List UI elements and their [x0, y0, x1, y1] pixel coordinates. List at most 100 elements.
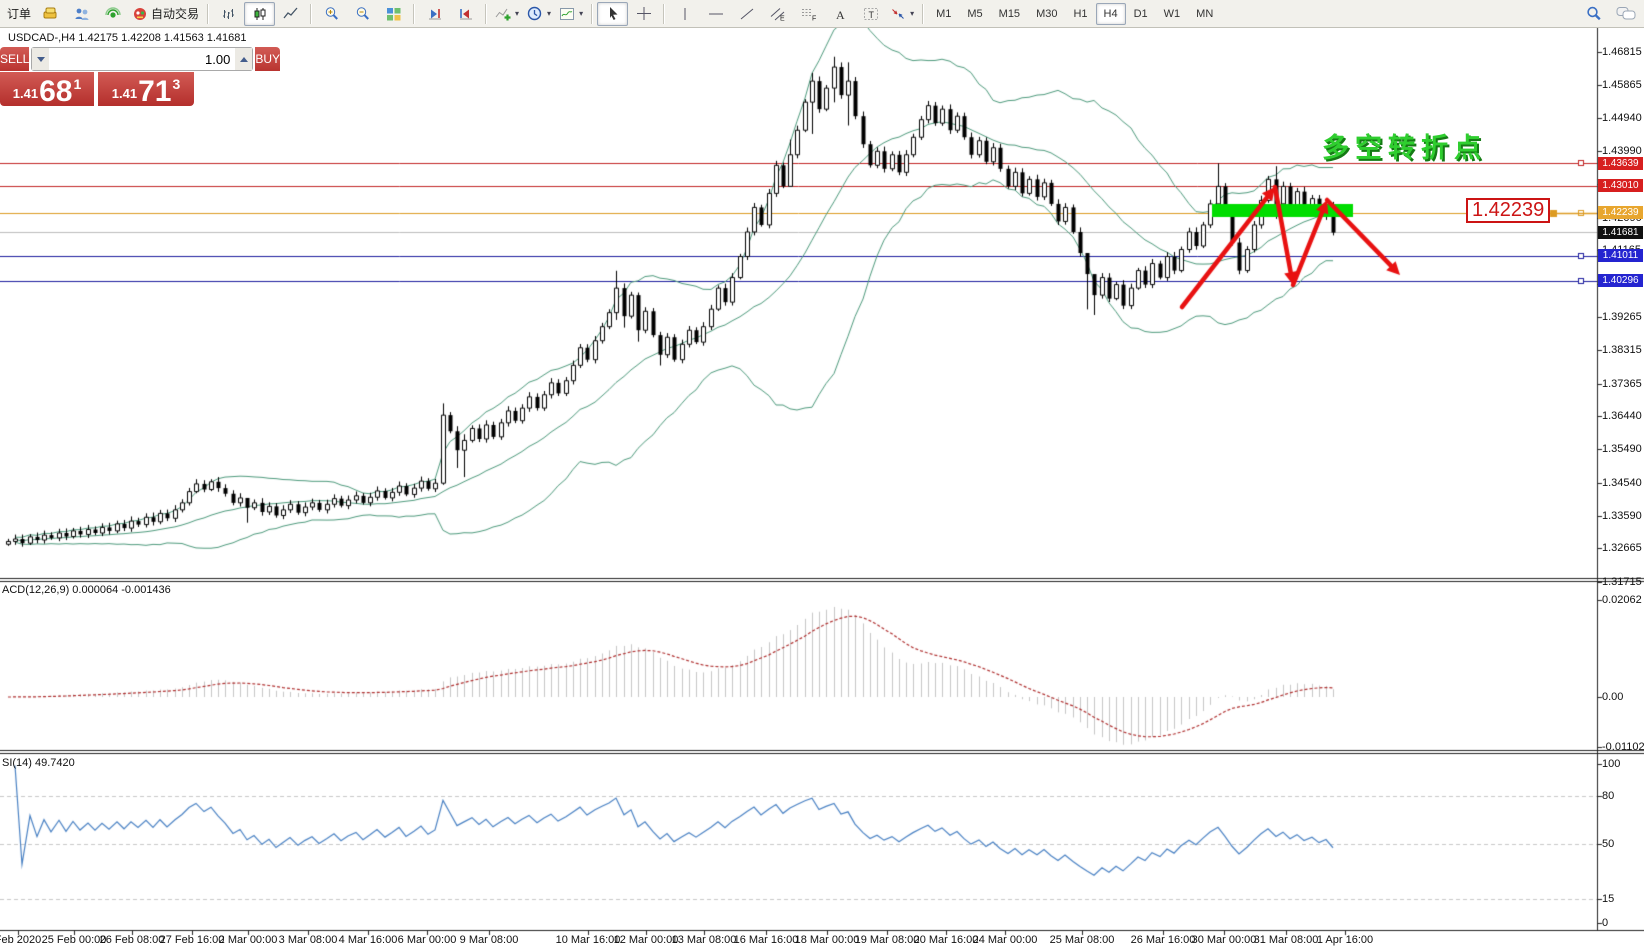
timeframe-h4-button[interactable]: H4: [1096, 3, 1126, 25]
sell-price-sup: 1: [73, 76, 81, 92]
mt4-window: 订单自动交易▾▾▾EFAT▾M1M5M15M30H1H4D1W1MN USDCA…: [0, 0, 1644, 952]
periods-button[interactable]: ▾: [523, 2, 555, 26]
indicator-tick-label: 0: [1602, 917, 1608, 929]
toolbar-separator: [310, 4, 312, 24]
rsi-pane-label: SI(14) 49.7420: [2, 757, 75, 769]
chevron-down-icon: ▾: [910, 9, 914, 18]
volume-increase-button[interactable]: [235, 48, 252, 70]
price-callout-label: 1.42239: [1466, 198, 1550, 223]
community-button[interactable]: [66, 2, 97, 26]
hline-icon: [708, 7, 724, 21]
candlestick-chart-button[interactable]: [244, 2, 275, 26]
indicator-tick-label: 100: [1602, 758, 1620, 770]
chat-button[interactable]: [1610, 2, 1641, 26]
auto-trading-button[interactable]: 自动交易: [128, 2, 203, 26]
volume-decrease-button[interactable]: [32, 48, 49, 70]
triangle-down-icon: [37, 57, 45, 62]
indicator-tick-label: 0.02062: [1602, 594, 1642, 606]
indicator-tick-label: 80: [1602, 790, 1614, 802]
bar-chart-button[interactable]: [213, 2, 244, 26]
text-label-button[interactable]: T: [855, 2, 886, 26]
timeframe-mn-button[interactable]: MN: [1188, 3, 1221, 25]
volume-stepper: [31, 47, 253, 71]
shiftend-icon: [458, 7, 474, 21]
trendline-button[interactable]: [731, 2, 762, 26]
price-tick-label: 1.35490: [1602, 443, 1642, 455]
buy-button[interactable]: BUY: [255, 47, 280, 71]
periods-icon: [527, 6, 543, 21]
crosshair-icon: [636, 6, 652, 21]
macd-pane-label: ACD(12,26,9) 0.000064 -0.001436: [2, 584, 171, 596]
price-tick-label: 1.44940: [1602, 112, 1642, 124]
time-tick-label: 25 Mar 08:00: [1037, 934, 1127, 946]
price-tick-label: 1.46815: [1602, 46, 1642, 58]
price-tick-label: 1.33590: [1602, 510, 1642, 522]
vertical-line-button[interactable]: [669, 2, 700, 26]
timeframe-m30-button[interactable]: M30: [1028, 3, 1065, 25]
fibonacci-button[interactable]: F: [793, 2, 824, 26]
sell-price-display[interactable]: 1.41681: [0, 72, 94, 106]
time-tick-label: 9 Mar 08:00: [444, 934, 534, 946]
new-order-button-label: 订单: [7, 5, 31, 22]
gold-icon: [43, 7, 59, 20]
robot-icon: [132, 7, 148, 21]
indicator-tick-label: -0.011023: [1602, 741, 1644, 753]
arrows-button[interactable]: ▾: [886, 2, 918, 26]
timeframe-d1-button[interactable]: D1: [1126, 3, 1156, 25]
zoomout-icon: [355, 6, 371, 21]
timeframe-m5-button[interactable]: M5: [959, 3, 990, 25]
price-level-badge: 1.41011: [1598, 249, 1643, 262]
toolbar-separator: [413, 4, 415, 24]
bars-icon: [221, 7, 237, 21]
timeframe-m1-button[interactable]: M1: [928, 3, 959, 25]
indicators-icon: [495, 7, 511, 21]
cursor-button[interactable]: [597, 2, 628, 26]
search-button[interactable]: [1579, 2, 1610, 26]
templates-icon: [559, 7, 575, 21]
auto-scroll-button[interactable]: [419, 2, 450, 26]
zoom-out-button[interactable]: [347, 2, 378, 26]
sell-button[interactable]: SELL: [0, 47, 29, 71]
people-icon: [74, 7, 90, 21]
chart-shift-button[interactable]: [450, 2, 481, 26]
new-order-button[interactable]: 订单: [3, 2, 35, 26]
auto-trading-button-label: 自动交易: [151, 5, 199, 22]
fibo-icon: F: [801, 7, 817, 21]
one-click-trading-panel: SELL BUY 1.41681 1.41713: [0, 47, 194, 106]
toolbar-separator: [663, 4, 665, 24]
gold-account-button[interactable]: [35, 2, 66, 26]
search-icon: [1586, 6, 1603, 21]
candles-icon: [252, 7, 268, 21]
price-level-badge: 1.41681: [1598, 226, 1643, 239]
chat-icon: [1616, 6, 1636, 21]
timeframe-h1-button[interactable]: H1: [1065, 3, 1095, 25]
toolbar: 订单自动交易▾▾▾EFAT▾M1M5M15M30H1H4D1W1MN: [0, 0, 1644, 28]
indicator-tick-label: 50: [1602, 838, 1614, 850]
crosshair-button[interactable]: [628, 2, 659, 26]
sell-price-small: 1.41: [13, 86, 38, 101]
price-tick-label: 1.38315: [1602, 344, 1642, 356]
text-button[interactable]: A: [824, 2, 855, 26]
buy-price-display[interactable]: 1.41713: [98, 72, 194, 106]
tline-icon: [739, 7, 755, 21]
timeframe-m15-button[interactable]: M15: [991, 3, 1028, 25]
zoom-in-button[interactable]: [316, 2, 347, 26]
toolbar-separator: [591, 4, 593, 24]
price-tick-label: 1.45865: [1602, 79, 1642, 91]
price-tick-label: 1.34540: [1602, 477, 1642, 489]
equidistant-channel-button[interactable]: E: [762, 2, 793, 26]
timeframe-w1-button[interactable]: W1: [1156, 3, 1189, 25]
price-level-badge: 1.43639: [1598, 157, 1643, 170]
signals-button[interactable]: [97, 2, 128, 26]
line-chart-button[interactable]: [275, 2, 306, 26]
time-tick-label: 1 Apr 16:00: [1300, 934, 1390, 946]
horizontal-line-button[interactable]: [700, 2, 731, 26]
svg-text:F: F: [812, 15, 816, 21]
svg-text:A: A: [836, 8, 845, 21]
volume-input[interactable]: [49, 48, 235, 70]
tile-icon: [386, 7, 402, 21]
labelT-icon: T: [863, 7, 879, 21]
indicators-button[interactable]: ▾: [491, 2, 523, 26]
templates-button[interactable]: ▾: [555, 2, 587, 26]
tile-windows-button[interactable]: [378, 2, 409, 26]
